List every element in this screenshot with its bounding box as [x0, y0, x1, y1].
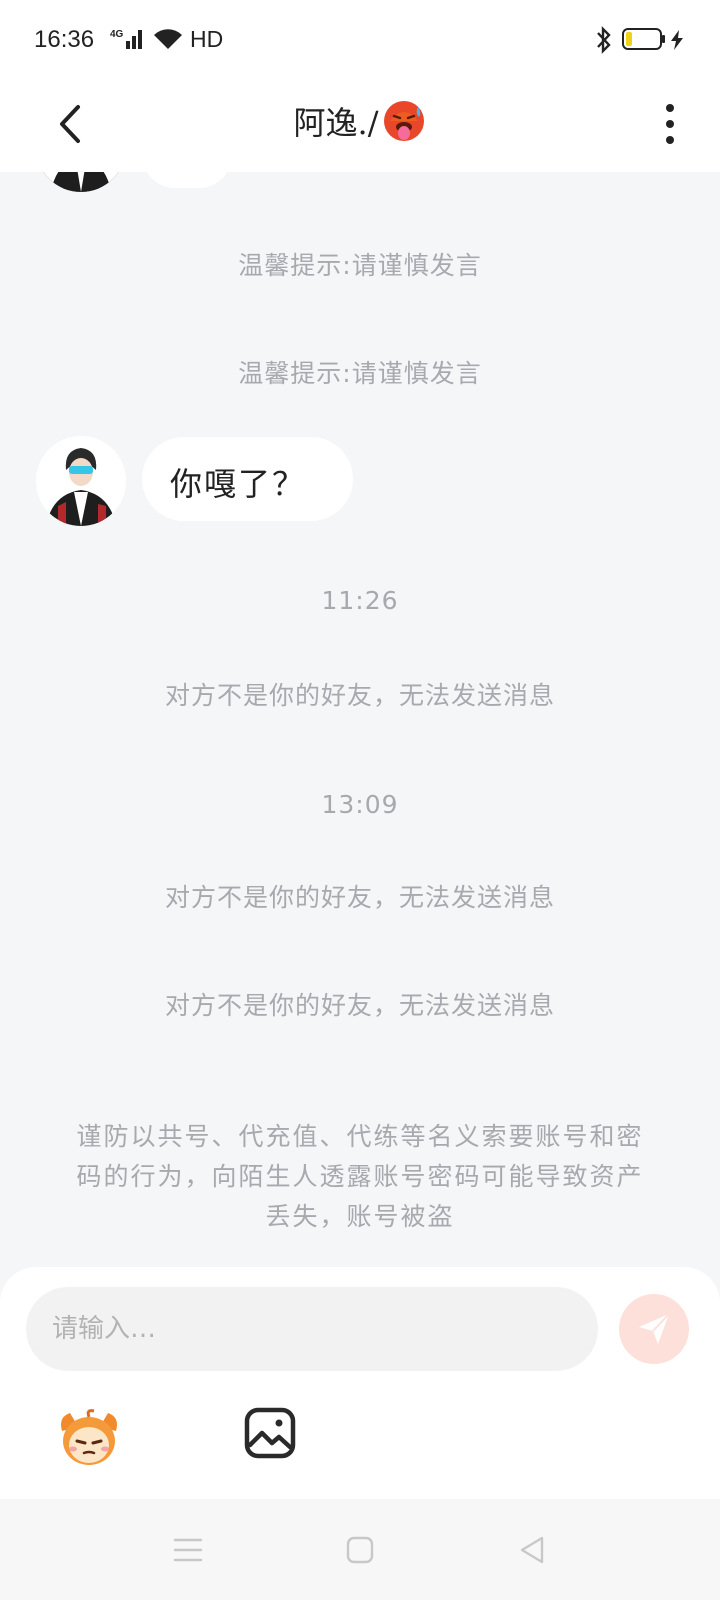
contact-name: 阿逸./ [293, 104, 379, 142]
avatar[interactable] [36, 436, 126, 526]
home-nav-button[interactable] [340, 1530, 380, 1570]
system-tip: 温馨提示:请谨慎发言 [238, 359, 482, 388]
avatar-image [36, 436, 126, 526]
hd-label: HD [190, 26, 224, 52]
back-triangle-icon [520, 1536, 544, 1564]
message-bubble[interactable]: 你嘎了？ [142, 437, 353, 521]
back-nav-button[interactable] [512, 1530, 552, 1570]
composer-panel [0, 1267, 720, 1499]
message-input[interactable] [26, 1287, 598, 1371]
hot-face-emoji-icon [384, 101, 425, 141]
system-notice: 对方不是你的好友，无法发送消息 [164, 883, 555, 912]
battery-icon [622, 28, 665, 50]
message-text: 你嘎了？ [170, 465, 307, 503]
security-warning: 谨防以共号、代充值、代练等名义索要账号和密码的行为，向陌生人透露账号密码可能导致… [76, 1122, 644, 1231]
system-nav-bar [0, 1500, 720, 1600]
avatar-image [36, 172, 126, 192]
more-options-button[interactable] [650, 94, 690, 154]
system-notice: 对方不是你的好友，无法发送消息 [164, 681, 555, 710]
sticker-icon [61, 1409, 117, 1465]
paper-plane-icon [639, 1313, 670, 1344]
sticker-button[interactable] [56, 1405, 122, 1469]
menu-nav-button[interactable] [168, 1530, 208, 1570]
chat-title: 阿逸./ [0, 98, 720, 144]
avatar[interactable] [36, 172, 126, 192]
more-vertical-icon [666, 104, 674, 144]
home-square-icon [346, 1536, 374, 1564]
system-tip: 温馨提示:请谨慎发言 [238, 251, 482, 280]
image-icon [244, 1407, 296, 1459]
status-bar: 16:36 4G HD [0, 0, 720, 80]
message-bubble[interactable] [142, 172, 232, 188]
menu-icon [173, 1538, 203, 1562]
chat-header: 阿逸./ [0, 80, 720, 172]
timestamp: 11:26 [321, 586, 399, 615]
timestamp: 13:09 [321, 790, 399, 819]
send-button[interactable] [619, 1294, 689, 1364]
wifi-icon [154, 29, 182, 49]
image-button[interactable] [244, 1407, 296, 1459]
status-time: 16:36 [34, 26, 95, 53]
charging-icon [671, 30, 683, 50]
signal-icon: 4G [110, 29, 142, 49]
bluetooth-icon [597, 26, 611, 54]
system-notice: 对方不是你的好友，无法发送消息 [164, 991, 555, 1020]
chat-message-list[interactable]: 温馨提示:请谨慎发言 温馨提示:请谨慎发言 你嘎了？ 11:26 对方不是你的好… [0, 172, 720, 1267]
svg-text:4G: 4G [110, 29, 124, 40]
